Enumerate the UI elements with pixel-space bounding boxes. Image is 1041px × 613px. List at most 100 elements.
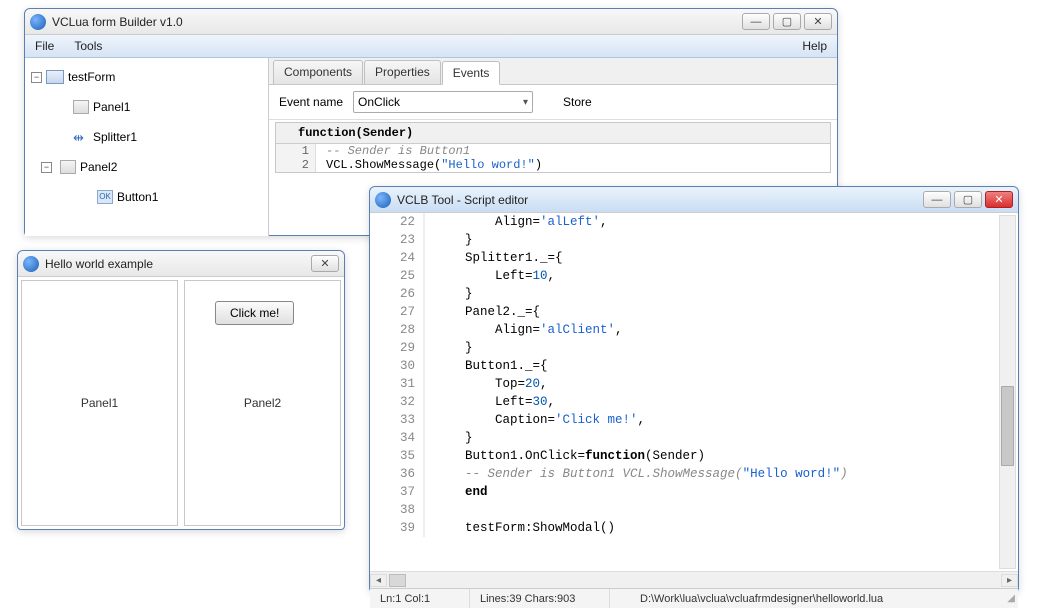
line-gutter: 31 <box>370 375 425 393</box>
scroll-left-icon[interactable]: ◂ <box>370 574 387 587</box>
tree-node-form[interactable]: − testForm <box>27 62 266 92</box>
panel-icon <box>60 160 76 174</box>
line-gutter: 39 <box>370 519 425 537</box>
script-title: VCLB Tool - Script editor <box>397 193 917 207</box>
code-line: Button1._={ <box>425 357 548 375</box>
code-line: Caption='Click me!', <box>425 411 645 429</box>
line-gutter: 38 <box>370 501 425 519</box>
line-gutter: 32 <box>370 393 425 411</box>
code-line: } <box>425 429 473 447</box>
code-line: Align='alClient', <box>425 321 623 339</box>
code-line: end <box>425 483 488 501</box>
app-icon <box>23 256 39 272</box>
panel-icon <box>73 100 89 114</box>
store-link[interactable]: Store <box>563 95 592 109</box>
splitter-icon: ⇹ <box>73 130 89 144</box>
panel1: Panel1 <box>21 280 178 526</box>
event-name-value: OnClick <box>358 95 400 109</box>
form-icon <box>46 70 64 84</box>
tab-events[interactable]: Events <box>442 61 501 85</box>
menu-file[interactable]: File <box>31 37 58 55</box>
code-line: -- Sender is Button1 VCL.ShowMessage("He… <box>425 465 848 483</box>
code-line: Align='alLeft', <box>425 213 608 231</box>
hello-title: Hello world example <box>45 257 305 271</box>
line-gutter: 34 <box>370 429 425 447</box>
script-code-editor[interactable]: 22 Align='alLeft',23 }24 Splitter1._={25… <box>370 213 1018 571</box>
line-gutter: 30 <box>370 357 425 375</box>
event-name-label: Event name <box>279 95 343 109</box>
component-tree: − testForm Panel1 ⇹ Splitter1 − Panel2 <box>25 58 269 236</box>
script-titlebar[interactable]: VCLB Tool - Script editor — ▢ ✕ <box>370 187 1018 213</box>
collapse-icon[interactable]: − <box>31 72 42 83</box>
tabstrip: Components Properties Events <box>269 58 837 85</box>
hello-titlebar[interactable]: Hello world example ✕ <box>18 251 344 277</box>
menu-tools[interactable]: Tools <box>70 37 106 55</box>
tree-label: testForm <box>68 70 115 84</box>
line-gutter: 37 <box>370 483 425 501</box>
line-gutter: 36 <box>370 465 425 483</box>
tree-node-panel2[interactable]: − Panel2 <box>27 152 266 182</box>
code-line: Left=30, <box>425 393 555 411</box>
event-toolbar: Event name OnClick ▾ Store <box>269 85 837 120</box>
scroll-thumb[interactable] <box>1001 386 1014 466</box>
code-line: Button1.OnClick=function(Sender) <box>425 447 705 465</box>
code-line: } <box>425 339 473 357</box>
tree-label: Panel1 <box>93 100 130 114</box>
line-gutter: 1 <box>276 144 316 158</box>
minimize-button[interactable]: — <box>923 191 951 208</box>
close-button[interactable]: ✕ <box>804 13 832 30</box>
horizontal-scrollbar[interactable]: ◂ ▸ <box>370 571 1018 588</box>
line-gutter: 22 <box>370 213 425 231</box>
maximize-button[interactable]: ▢ <box>773 13 801 30</box>
code-line <box>425 501 435 519</box>
status-stats: Lines:39 Chars:903 <box>470 589 610 608</box>
tree-label: Splitter1 <box>93 130 137 144</box>
hello-world-window: Hello world example ✕ Panel1 Click me! P… <box>17 250 345 530</box>
scroll-right-icon[interactable]: ▸ <box>1001 574 1018 587</box>
line-gutter: 28 <box>370 321 425 339</box>
tab-properties[interactable]: Properties <box>364 60 441 84</box>
app-icon <box>375 192 391 208</box>
chevron-down-icon: ▾ <box>523 97 528 108</box>
line-gutter: 35 <box>370 447 425 465</box>
event-name-combo[interactable]: OnClick ▾ <box>353 91 533 113</box>
status-bar: Ln:1 Col:1 Lines:39 Chars:903 D:\Work\lu… <box>370 588 1018 608</box>
code-line: testForm:ShowModal() <box>425 519 615 537</box>
app-icon <box>30 14 46 30</box>
line-gutter: 24 <box>370 249 425 267</box>
vertical-scrollbar[interactable] <box>999 215 1016 569</box>
tree-label: Button1 <box>117 190 158 204</box>
code-line: Splitter1._={ <box>425 249 563 267</box>
tree-node-panel1[interactable]: Panel1 <box>27 92 266 122</box>
tab-components[interactable]: Components <box>273 60 363 84</box>
script-editor-window: VCLB Tool - Script editor — ▢ ✕ 22 Align… <box>369 186 1019 592</box>
tree-node-button1[interactable]: OK Button1 <box>27 182 266 212</box>
resize-grip-icon[interactable]: ◢ <box>1002 593 1018 604</box>
status-cursor-pos: Ln:1 Col:1 <box>370 589 470 608</box>
maximize-button[interactable]: ▢ <box>954 191 982 208</box>
code-line: } <box>425 231 473 249</box>
close-button[interactable]: ✕ <box>985 191 1013 208</box>
line-gutter: 29 <box>370 339 425 357</box>
tree-node-splitter[interactable]: ⇹ Splitter1 <box>27 122 266 152</box>
tree-label: Panel2 <box>80 160 117 174</box>
line-gutter: 26 <box>370 285 425 303</box>
menu-help[interactable]: Help <box>798 37 831 55</box>
code-comment: -- Sender is Button1 <box>326 144 470 158</box>
scroll-thumb[interactable] <box>389 574 406 587</box>
code-line: } <box>425 285 473 303</box>
code-header: function(Sender) <box>276 123 830 144</box>
code-line: Panel2._={ <box>425 303 540 321</box>
click-me-button[interactable]: Click me! <box>215 301 294 325</box>
close-button[interactable]: ✕ <box>311 255 339 272</box>
line-gutter: 23 <box>370 231 425 249</box>
minimize-button[interactable]: — <box>742 13 770 30</box>
line-gutter: 2 <box>276 158 316 172</box>
line-gutter: 27 <box>370 303 425 321</box>
collapse-icon[interactable]: − <box>41 162 52 173</box>
main-titlebar[interactable]: VCLua form Builder v1.0 — ▢ ✕ <box>25 9 837 35</box>
event-code-editor[interactable]: function(Sender) 1 -- Sender is Button1 … <box>275 122 831 173</box>
menu-bar: File Tools Help <box>25 35 837 58</box>
code-line: Top=20, <box>425 375 548 393</box>
main-title: VCLua form Builder v1.0 <box>52 15 736 29</box>
